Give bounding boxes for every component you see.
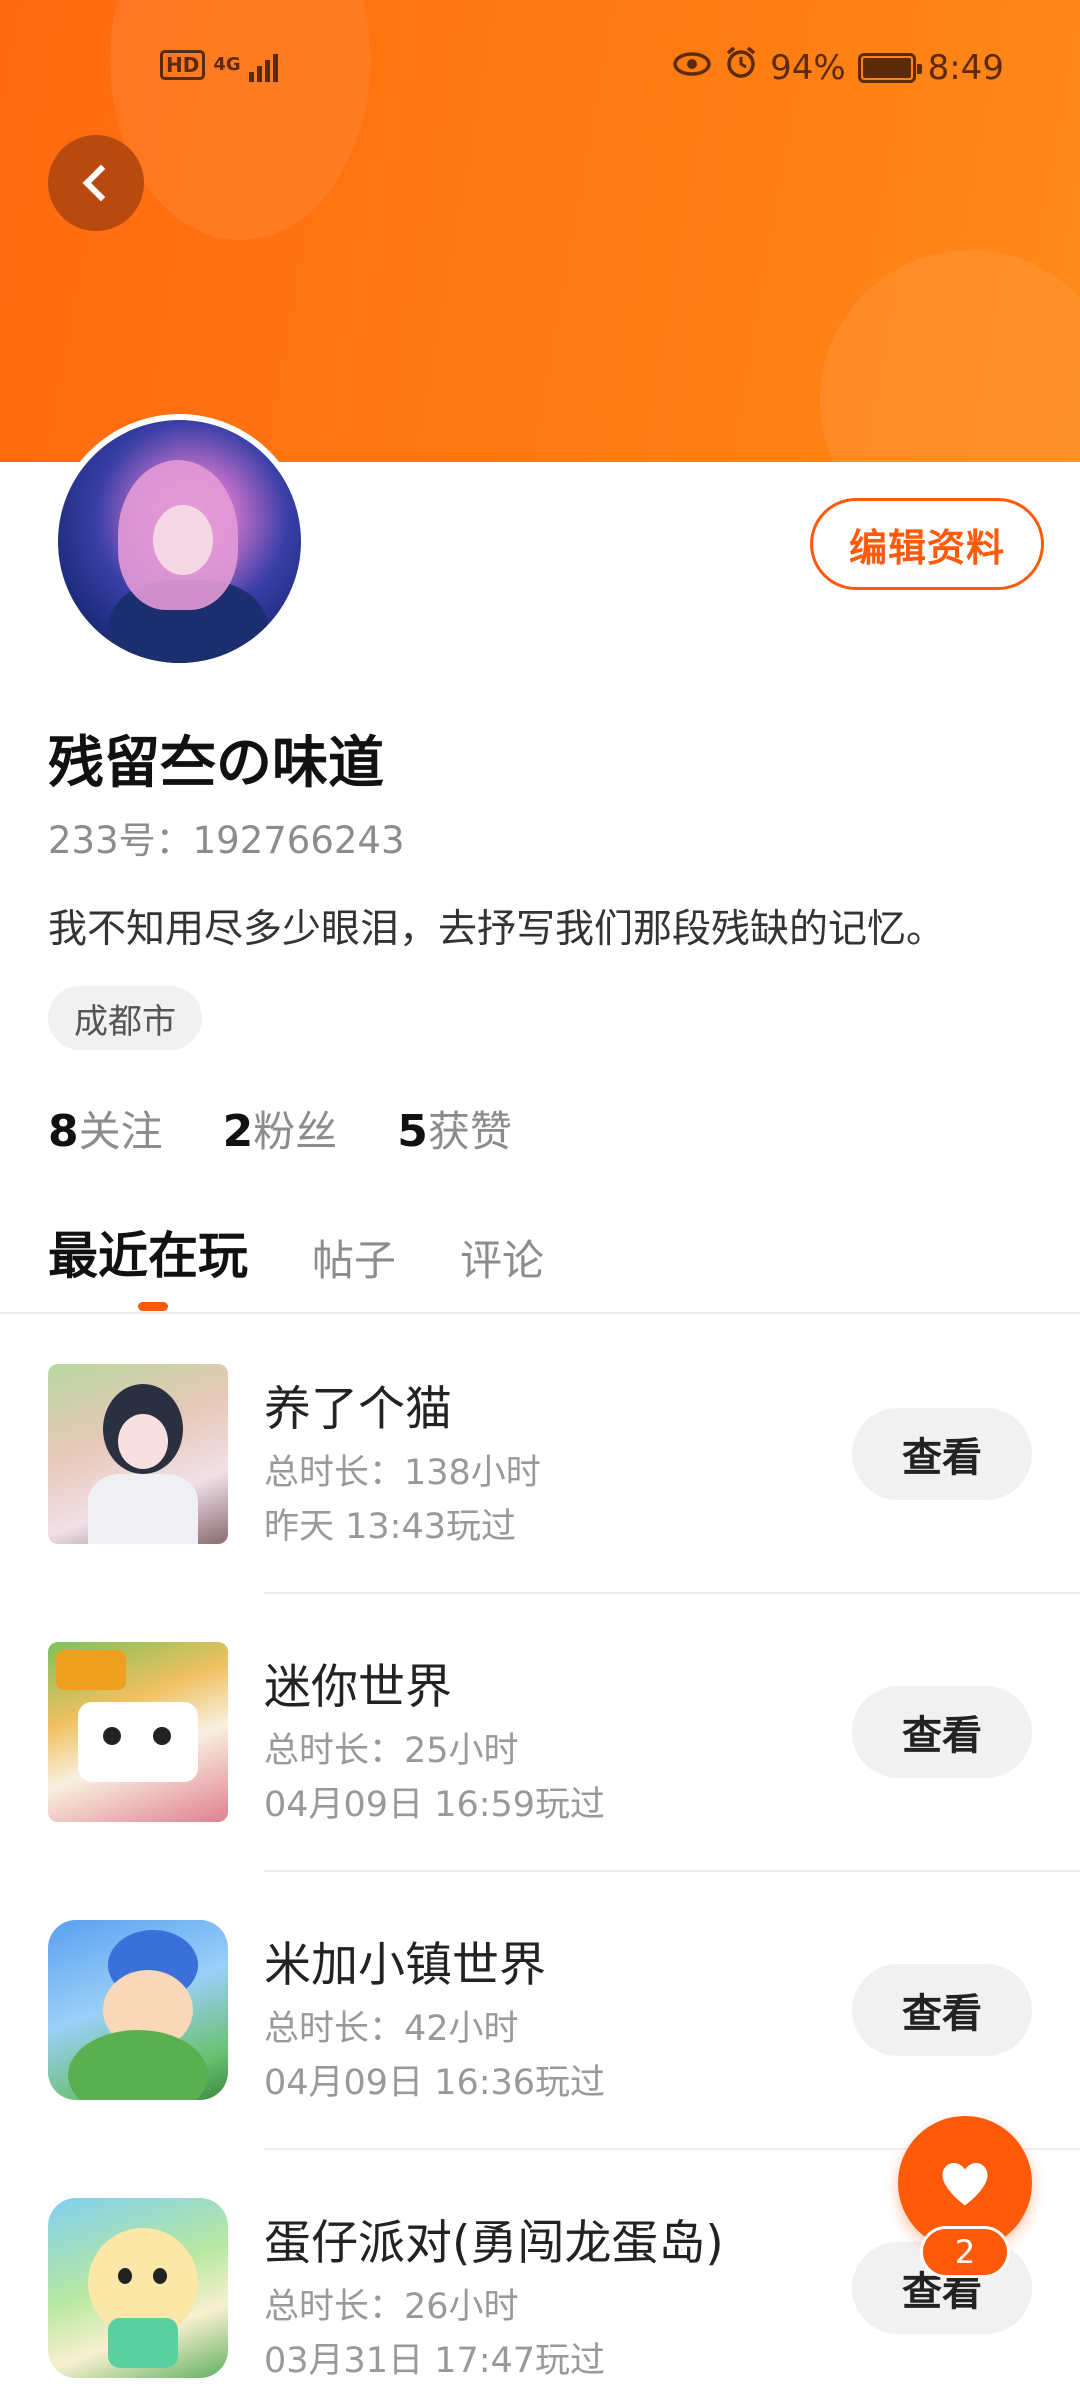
game-duration: 总时长：138小时: [264, 1453, 541, 1493]
list-item[interactable]: 迷你世界 总时长：25小时 04月09日 16:59玩过 查看: [0, 1642, 1080, 1920]
like-count-badge: 2: [920, 2226, 1010, 2278]
network-type: 4G: [213, 54, 241, 75]
tab-comments[interactable]: 评论: [460, 1227, 544, 1288]
game-last-played: 03月31日 17:47玩过: [264, 2341, 606, 2381]
signal-icon: [248, 48, 278, 82]
game-duration: 总时长：25小时: [264, 1731, 519, 1771]
game-icon: [48, 1364, 228, 1544]
profile-uid: 233号：192766243: [48, 819, 405, 862]
banner-decoration: [110, 0, 370, 240]
profile-page: HD 4G 94% 8:49 编辑资料 残留夳の味道 233号：19276624…: [0, 0, 1080, 2400]
game-duration: 总时长：42小时: [264, 2009, 519, 2049]
profile-name: 残留夳の味道: [48, 731, 384, 796]
chevron-left-icon: [82, 164, 120, 202]
tab-posts[interactable]: 帖子: [312, 1227, 396, 1288]
view-button[interactable]: 查看: [852, 1408, 1032, 1500]
profile-stats: 8关注 2粉丝 5获赞: [48, 1098, 512, 1159]
view-button[interactable]: 查看: [852, 1964, 1032, 2056]
profile-bio: 我不知用尽多少眼泪，去抒写我们那段残缺的记忆。: [48, 907, 946, 952]
game-title: 养了个猫: [264, 1382, 452, 1437]
battery-icon: [857, 52, 922, 83]
view-button[interactable]: 查看: [852, 1686, 1032, 1778]
game-title: 蛋仔派对(勇闯龙蛋岛): [264, 2216, 724, 2271]
divider: [264, 1592, 1080, 1594]
game-icon: [48, 1642, 228, 1822]
stat-likes[interactable]: 5获赞: [397, 1098, 512, 1159]
status-bar: HD 4G 94% 8:49: [0, 40, 1080, 100]
list-item[interactable]: 养了个猫 总时长：138小时 昨天 13:43玩过 查看: [0, 1364, 1080, 1642]
divider: [0, 1312, 1080, 1314]
eye-icon: [672, 48, 712, 88]
alarm-icon: [724, 46, 758, 89]
game-last-played: 昨天 13:43玩过: [264, 1507, 516, 1547]
game-title: 迷你世界: [264, 1660, 452, 1715]
clock: 8:49: [927, 47, 1004, 88]
game-icon: [48, 2198, 228, 2378]
tab-recently-played[interactable]: 最近在玩: [48, 1216, 248, 1288]
heart-icon: [942, 2163, 988, 2206]
stat-following[interactable]: 8关注: [48, 1098, 163, 1159]
battery-percent: 94%: [770, 47, 846, 88]
profile-header-banner: HD 4G 94% 8:49: [0, 0, 1080, 462]
game-last-played: 04月09日 16:36玩过: [264, 2063, 606, 2103]
avatar[interactable]: [52, 414, 307, 669]
location-tag: 成都市: [48, 986, 202, 1050]
edit-profile-button[interactable]: 编辑资料: [810, 498, 1044, 590]
tab-active-indicator: [138, 1302, 168, 1311]
profile-tabs: 最近在玩 帖子 评论: [48, 1216, 544, 1288]
game-last-played: 04月09日 16:59玩过: [264, 1785, 606, 1825]
divider: [264, 1870, 1080, 1872]
stat-fans[interactable]: 2粉丝: [223, 1098, 338, 1159]
hd-icon: HD: [160, 50, 206, 80]
back-button[interactable]: [48, 135, 144, 231]
game-icon: [48, 1920, 228, 2100]
game-duration: 总时长：26小时: [264, 2287, 519, 2327]
banner-decoration: [820, 250, 1080, 462]
game-title: 米加小镇世界: [264, 1938, 546, 1993]
